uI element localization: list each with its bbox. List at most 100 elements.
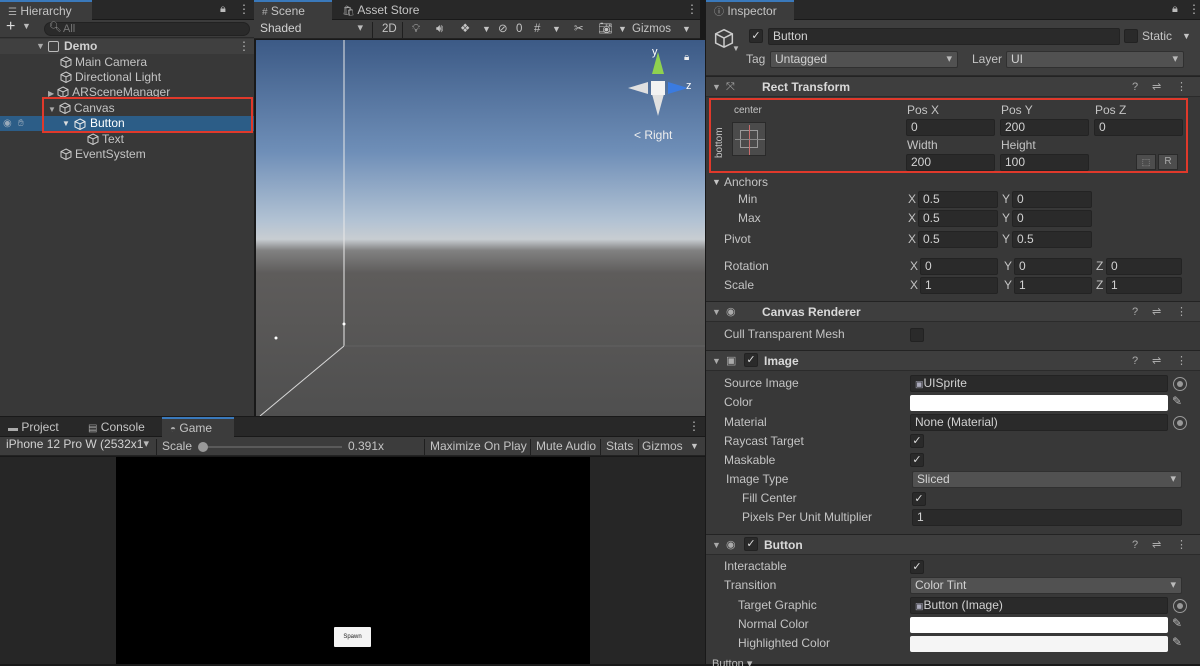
cull-transparent-checkbox[interactable] <box>910 328 924 342</box>
image-enabled-checkbox[interactable]: ✓ <box>744 353 758 367</box>
tab-scene[interactable]: # Scene <box>254 0 332 20</box>
object-name-field[interactable]: Button <box>768 28 1120 45</box>
material-field[interactable]: None (Material) <box>910 414 1168 431</box>
preset-icon[interactable]: ⇌ <box>1152 353 1161 369</box>
rect-transform-header[interactable]: ▼ ⤧ Rect Transform ? ⇌ ⋮ <box>706 76 1200 97</box>
device-dropdown[interactable]: iPhone 12 Pro W (2532x1 <box>2 437 154 454</box>
button-enabled-checkbox[interactable]: ✓ <box>744 537 758 551</box>
toggle-2d-button[interactable]: 2D <box>382 19 397 39</box>
gizmos-button[interactable]: Gizmos <box>642 436 683 456</box>
transition-dropdown[interactable]: Color Tint <box>910 577 1182 594</box>
dropdown-arrow-icon[interactable]: ▼ <box>1182 28 1191 45</box>
tab-project[interactable]: ▬ Project <box>0 417 67 437</box>
source-image-field[interactable]: ▣UISprite <box>910 375 1168 392</box>
rotation-x-field[interactable]: 0 <box>920 258 998 275</box>
list-item[interactable]: Text <box>87 131 124 147</box>
tab-game[interactable]: ◓ Game <box>162 417 234 437</box>
visibility-eye-icon[interactable]: ◉ <box>3 116 12 131</box>
image-header[interactable]: ▼ ▣ ✓ Image ? ⇌ ⋮ <box>706 350 1200 371</box>
eyedropper-icon[interactable]: ✎ <box>1172 394 1182 408</box>
scale-x-field[interactable]: 1 <box>920 277 998 294</box>
tag-dropdown[interactable]: Untagged <box>770 51 958 68</box>
lock-icon[interactable]: 🔒︎ <box>220 3 226 16</box>
object-picker-icon[interactable] <box>1173 377 1187 391</box>
chevron-down-icon[interactable]: ▼ <box>690 436 699 456</box>
active-checkbox[interactable]: ✓ <box>749 29 763 43</box>
preset-icon[interactable]: ⇌ <box>1152 79 1161 95</box>
interactable-checkbox[interactable]: ✓ <box>910 560 924 574</box>
mute-audio-button[interactable]: Mute Audio <box>536 436 596 456</box>
raycast-target-checkbox[interactable]: ✓ <box>910 434 924 448</box>
effects-icon[interactable]: ❖ <box>460 19 470 39</box>
scene-menu-icon[interactable]: ⋮ <box>238 39 250 54</box>
audio-icon[interactable]: 🔊︎ <box>436 19 443 39</box>
scene-viewport[interactable]: y z 🔒︎ < Right <box>256 40 705 416</box>
anchors-arrow-icon[interactable]: ▼ <box>712 174 721 191</box>
tab-inspector[interactable]: ⓘ Inspector <box>706 0 794 20</box>
tools-icon[interactable]: ✂︎ <box>574 19 584 39</box>
add-button[interactable]: + <box>6 18 15 36</box>
maximize-on-play-button[interactable]: Maximize On Play <box>430 436 527 456</box>
more-menu-icon[interactable]: ⋮ <box>1176 353 1187 369</box>
search-input[interactable]: 🔍︎ All <box>44 22 250 36</box>
anchor-min-x-field[interactable]: 0.5 <box>918 191 998 208</box>
help-icon[interactable]: ? <box>1132 79 1138 95</box>
help-icon[interactable]: ? <box>1132 304 1138 320</box>
fill-center-checkbox[interactable]: ✓ <box>912 492 926 506</box>
rotation-z-field[interactable]: 0 <box>1106 258 1182 275</box>
scale-slider[interactable] <box>198 442 342 452</box>
canvas-renderer-header[interactable]: ▼ ◉ Canvas Renderer ? ⇌ ⋮ <box>706 301 1200 322</box>
footer-button-dropdown[interactable]: Button ▾ <box>712 656 764 666</box>
gizmo-lock-icon[interactable]: 🔒︎ <box>684 52 689 63</box>
more-menu-icon[interactable]: ⋮ <box>238 2 250 16</box>
ppu-multiplier-field[interactable]: 1 <box>912 509 1182 526</box>
help-icon[interactable]: ? <box>1132 353 1138 369</box>
pivot-y-field[interactable]: 0.5 <box>1012 231 1092 248</box>
chevron-down-icon[interactable]: ▼ <box>732 44 740 53</box>
button-component-header[interactable]: ▼ ◉ ✓ Button ? ⇌ ⋮ <box>706 534 1200 555</box>
gizmos-button[interactable]: Gizmos <box>632 19 671 39</box>
camera-icon[interactable]: 📷︎ <box>598 19 613 39</box>
scale-z-field[interactable]: 1 <box>1106 277 1182 294</box>
pivot-x-field[interactable]: 0.5 <box>918 231 998 248</box>
chevron-down-icon[interactable]: ▼ <box>552 19 561 39</box>
scale-slider-handle[interactable] <box>198 442 208 452</box>
tab-hierarchy[interactable]: ☰ Hierarchy <box>0 0 92 20</box>
scale-y-field[interactable]: 1 <box>1014 277 1092 294</box>
rotation-y-field[interactable]: 0 <box>1014 258 1092 275</box>
target-graphic-field[interactable]: ▣Button (Image) <box>910 597 1168 614</box>
game-screen[interactable]: Spawn <box>116 457 590 664</box>
lock-icon[interactable]: 🔒︎ <box>1172 3 1178 16</box>
tab-console[interactable]: ▤ Console <box>80 417 153 437</box>
lighting-icon[interactable]: 💡︎ <box>412 19 420 39</box>
eyedropper-icon[interactable]: ✎ <box>1172 616 1182 630</box>
more-menu-icon[interactable]: ⋮ <box>1176 304 1187 320</box>
shading-mode-dropdown[interactable]: Shaded <box>256 21 368 38</box>
more-menu-icon[interactable]: ⋮ <box>688 419 700 433</box>
tab-asset-store[interactable]: 🛍︎ Asset Store <box>334 0 427 20</box>
maskable-checkbox[interactable]: ✓ <box>910 453 924 467</box>
normal-color-swatch[interactable] <box>910 617 1168 633</box>
list-item[interactable]: Directional Light <box>60 69 161 85</box>
static-checkbox[interactable] <box>1124 29 1138 43</box>
anchor-max-x-field[interactable]: 0.5 <box>918 210 998 227</box>
chevron-down-icon[interactable]: ▼ <box>682 19 691 39</box>
spawn-button[interactable]: Spawn <box>334 627 371 647</box>
more-menu-icon[interactable]: ⋮ <box>1188 2 1200 16</box>
eyedropper-icon[interactable]: ✎ <box>1172 635 1182 649</box>
object-picker-icon[interactable] <box>1173 599 1187 613</box>
layer-dropdown[interactable]: UI <box>1006 51 1184 68</box>
view-direction-label[interactable]: < Right <box>634 128 672 142</box>
more-menu-icon[interactable]: ⋮ <box>1176 79 1187 95</box>
hidden-objects-icon[interactable]: ⊘ <box>498 19 508 39</box>
more-menu-icon[interactable]: ⋮ <box>686 2 698 16</box>
grid-toggle-icon[interactable]: # <box>534 19 540 39</box>
pickable-hand-icon[interactable]: ✋︎ <box>18 116 24 131</box>
stats-button[interactable]: Stats <box>606 436 633 456</box>
preset-icon[interactable]: ⇌ <box>1152 537 1161 553</box>
help-icon[interactable]: ? <box>1132 537 1138 553</box>
list-item[interactable]: EventSystem <box>60 146 146 162</box>
image-type-dropdown[interactable]: Sliced <box>912 471 1182 488</box>
list-item[interactable]: Main Camera <box>60 54 147 70</box>
highlighted-color-swatch[interactable] <box>910 636 1168 652</box>
